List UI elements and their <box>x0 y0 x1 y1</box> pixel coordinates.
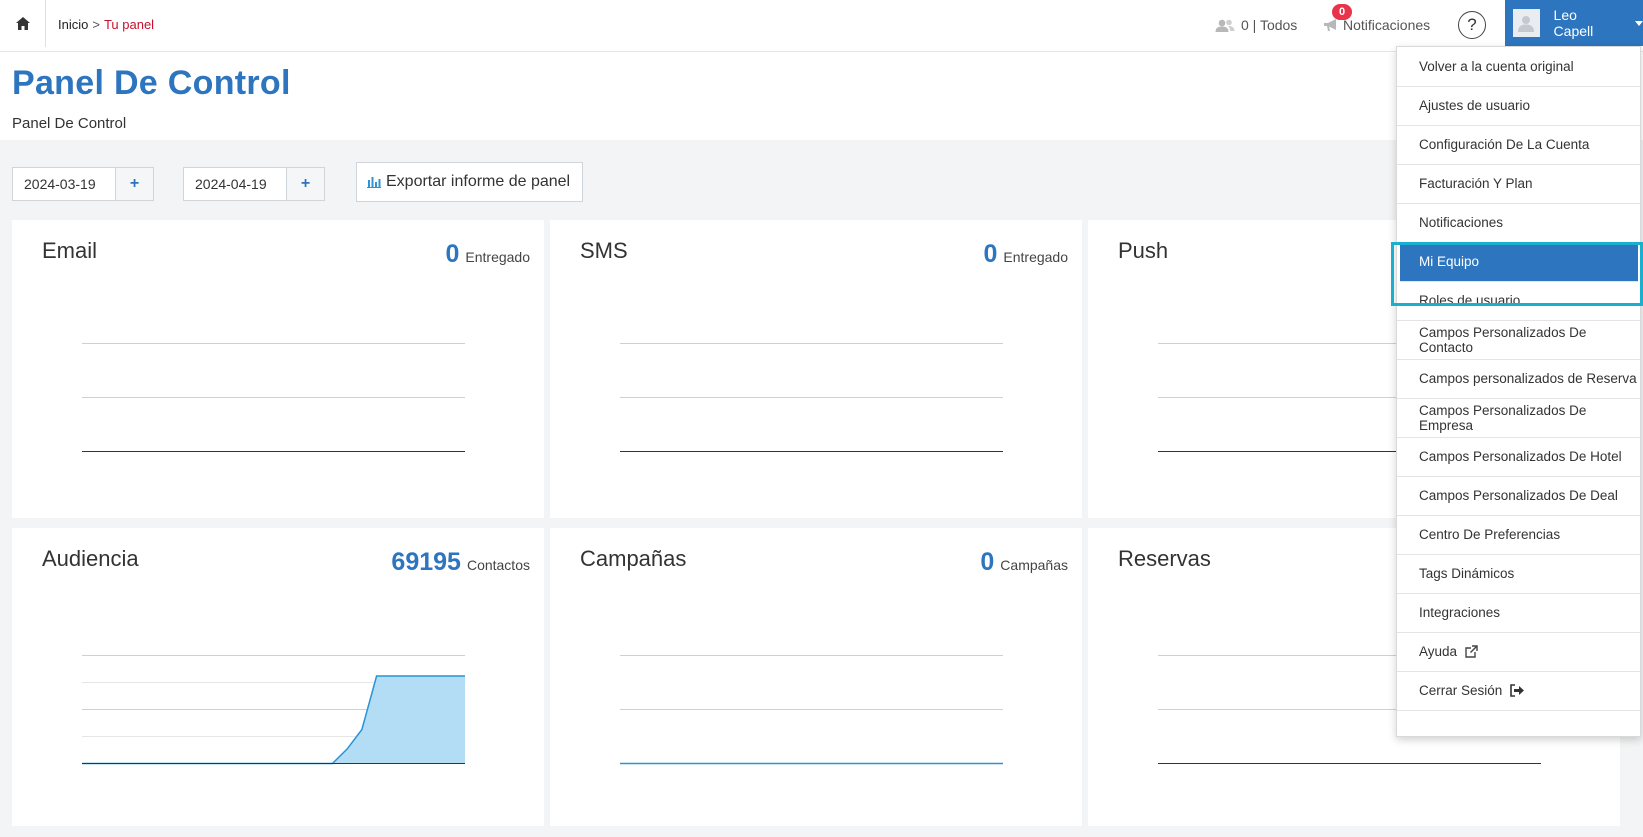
home-icon <box>15 17 30 30</box>
card-stat: 0 Entregado <box>445 240 530 269</box>
campanas-card: Campañas 0 Campañas <box>550 528 1082 826</box>
breadcrumb-separator: > <box>92 17 100 32</box>
sign-out-icon <box>1510 684 1525 697</box>
avatar <box>1513 9 1540 37</box>
card-title: Push <box>1118 238 1169 263</box>
user-menu-button[interactable]: Leo Capell <box>1505 0 1643 46</box>
menu-item-label: Campos personalizados de Reserva <box>1419 371 1637 386</box>
menu-item-label: Volver a la cuenta original <box>1419 59 1574 74</box>
card-unit: Entregado <box>465 249 530 265</box>
menu-item[interactable]: Facturación Y Plan <box>1397 164 1640 204</box>
menu-item[interactable]: Integraciones <box>1397 593 1640 633</box>
menu-item[interactable]: Ayuda <box>1397 632 1640 672</box>
sms-card: SMS 0 Entregado <box>550 220 1082 518</box>
card-value: 0 <box>445 240 460 268</box>
start-date-input[interactable] <box>13 168 115 200</box>
card-title: Campañas <box>580 546 687 571</box>
menu-item[interactable]: Campos Personalizados De Deal <box>1397 476 1640 516</box>
user-name: Leo Capell <box>1553 7 1594 39</box>
menu-item-label: Ajustes de usuario <box>1419 98 1531 113</box>
menu-item-label: Centro De Preferencias <box>1419 527 1561 542</box>
menu-item-label: Campos Personalizados De Hotel <box>1419 449 1622 464</box>
menu-item[interactable]: Ajustes de usuario <box>1397 86 1640 126</box>
menu-item[interactable]: Campos Personalizados De Hotel <box>1397 437 1640 477</box>
menu-item-label: Configuración De La Cuenta <box>1419 137 1590 152</box>
caret-down-icon <box>1635 20 1643 26</box>
campanas-chart <box>620 655 1003 765</box>
menu-item[interactable]: Centro De Preferencias <box>1397 515 1640 555</box>
home-button[interactable] <box>0 0 46 47</box>
menu-item-label: Facturación Y Plan <box>1419 176 1533 191</box>
start-date-group: + <box>12 167 154 201</box>
menu-item[interactable]: Volver a la cuenta original <box>1397 47 1640 87</box>
end-date-input[interactable] <box>184 168 286 200</box>
sms-chart <box>620 343 1003 452</box>
user-dropdown-menu: Volver a la cuenta original Ajustes de us… <box>1396 46 1641 737</box>
menu-item[interactable]: Campos personalizados de Reserva <box>1397 359 1640 399</box>
card-stat: 0 Entregado <box>983 240 1068 269</box>
menu-item-label: Campos Personalizados De Contacto <box>1419 324 1587 355</box>
card-value: 69195 <box>391 548 461 576</box>
menu-item[interactable]: Configuración De La Cuenta <box>1397 125 1640 165</box>
top-bar: Inicio > Tu panel 0 | Todos Notificaciones… <box>0 0 1643 52</box>
audiencia-card: Audiencia 69195 Contactos <box>12 528 544 826</box>
team-filter[interactable]: 0 | Todos <box>1215 17 1297 33</box>
user-icon <box>1518 16 1535 32</box>
audiencia-area <box>82 676 465 764</box>
email-chart <box>82 343 465 452</box>
card-title: SMS <box>580 238 628 263</box>
card-unit: Campañas <box>1000 557 1068 573</box>
external-link-icon <box>1465 645 1478 658</box>
export-report-button[interactable]: Exportar informe de panel <box>356 162 584 202</box>
menu-item-label: Ayuda <box>1419 644 1458 659</box>
card-title: Audiencia <box>42 546 139 571</box>
end-date-plus-button[interactable]: + <box>286 168 324 200</box>
menu-item[interactable]: Campos Personalizados De Contacto <box>1397 320 1640 360</box>
card-title: Reservas <box>1118 546 1211 571</box>
bar-chart-icon <box>367 177 381 188</box>
card-unit: Entregado <box>1003 249 1068 265</box>
notifications-label: Notificaciones <box>1343 17 1431 33</box>
page-title: Panel De Control <box>12 64 291 102</box>
card-value: 0 <box>980 548 995 576</box>
menu-item-label: Tags Dinámicos <box>1419 566 1515 581</box>
breadcrumb-current[interactable]: Tu panel <box>104 17 154 32</box>
menu-item-label: Cerrar Sesión <box>1419 683 1503 698</box>
breadcrumb-home-link[interactable]: Inicio <box>58 17 88 32</box>
card-title: Email <box>42 238 98 263</box>
notifications-badge: 0 <box>1332 4 1352 20</box>
team-count-label: 0 | Todos <box>1241 17 1298 33</box>
email-card: Email 0 Entregado <box>12 220 544 518</box>
help-icon: ? <box>1467 15 1477 34</box>
card-stat: 0 Campañas <box>980 548 1068 577</box>
users-icon <box>1215 19 1235 32</box>
help-button[interactable]: ? <box>1458 11 1486 39</box>
page-subtitle: Panel De Control <box>12 115 127 132</box>
menu-item-label: Notificaciones <box>1419 215 1504 230</box>
card-unit: Contactos <box>466 557 530 573</box>
highlight-box <box>1391 242 1643 306</box>
menu-item[interactable]: Cerrar Sesión <box>1397 671 1640 711</box>
export-report-label: Exportar informe de panel <box>386 173 571 190</box>
megaphone-icon <box>1324 19 1336 31</box>
breadcrumb: Inicio > Tu panel <box>58 17 154 32</box>
menu-item[interactable]: Tags Dinámicos <box>1397 554 1640 594</box>
menu-item-label: Campos Personalizados De Deal <box>1419 488 1618 503</box>
start-date-plus-button[interactable]: + <box>115 168 153 200</box>
menu-item[interactable]: Notificaciones <box>1397 203 1640 243</box>
card-stat: 69195 Contactos <box>391 548 530 577</box>
menu-item-label: Integraciones <box>1419 605 1501 620</box>
card-value: 0 <box>983 240 998 268</box>
audiencia-chart <box>82 655 465 765</box>
menu-item[interactable]: Campos Personalizados De Empresa <box>1397 398 1640 438</box>
end-date-group: + <box>183 167 325 201</box>
menu-item-label: Campos Personalizados De Empresa <box>1419 402 1587 433</box>
